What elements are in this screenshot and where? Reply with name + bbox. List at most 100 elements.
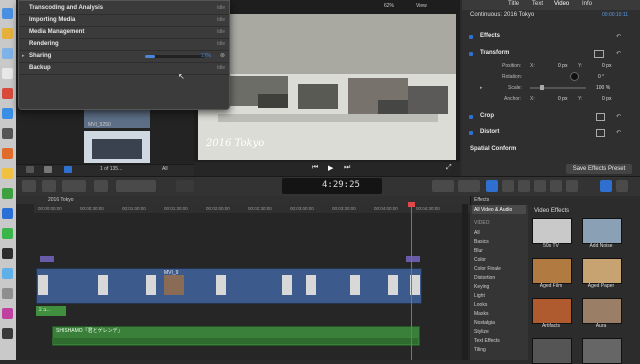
clip-thumbnail[interactable] [216, 275, 226, 295]
anchor-x-field[interactable]: 0 px [558, 96, 567, 102]
titles-icon[interactable] [534, 180, 546, 192]
position-x-field[interactable]: 0 px [558, 63, 567, 69]
effects-browser-icon[interactable] [600, 180, 612, 192]
category-item[interactable]: Color [474, 257, 486, 263]
fullscreen-icon[interactable]: ⤢ [446, 164, 452, 172]
crop-enable-toggle[interactable] [469, 115, 473, 119]
retime-icon[interactable] [432, 180, 454, 192]
app-icon[interactable] [2, 148, 13, 159]
transform-onscreen-icon[interactable] [594, 50, 604, 58]
timeline-scrollbar[interactable] [462, 204, 468, 360]
keyword-icon[interactable] [42, 180, 56, 192]
reset-icon[interactable]: ↶ [616, 113, 621, 120]
rotation-field[interactable]: 0 ° [598, 74, 604, 80]
clip-thumbnail[interactable] [164, 275, 184, 295]
effect-thumbnail[interactable] [582, 338, 622, 364]
cancel-icon[interactable]: ⊗ [220, 52, 225, 59]
effect-enable-toggle[interactable] [469, 35, 473, 39]
app-icon[interactable] [2, 288, 13, 299]
zoom-level[interactable]: 62% [384, 3, 394, 9]
import-icon[interactable] [22, 180, 36, 192]
transform-enable-toggle[interactable] [469, 52, 473, 56]
clip-thumbnail[interactable] [350, 275, 360, 295]
app-icon[interactable] [2, 28, 13, 39]
anchor-y-field[interactable]: 0 px [602, 96, 611, 102]
effect-thumbnail-artifacts[interactable] [532, 298, 572, 324]
category-item[interactable]: Blur [474, 248, 483, 254]
effect-thumbnail-add-noise[interactable] [582, 218, 622, 244]
position-y-field[interactable]: 0 px [602, 63, 611, 69]
rating-buttons[interactable] [62, 180, 86, 192]
clip-thumbnail[interactable] [84, 131, 150, 163]
filter-menu[interactable]: All [162, 166, 168, 172]
photos-icon[interactable] [502, 180, 514, 192]
category-item[interactable]: Text Effects [474, 338, 500, 344]
category-item[interactable]: Color Finale [474, 266, 501, 272]
category-item[interactable]: Looks [474, 302, 487, 308]
category-item[interactable]: Light [474, 293, 485, 299]
reset-icon[interactable]: ↶ [616, 33, 621, 40]
clip-thumbnail[interactable] [98, 275, 108, 295]
app-icon[interactable] [2, 128, 13, 139]
save-effects-preset-button[interactable]: Save Effects Preset [566, 164, 632, 174]
app-icon[interactable] [2, 188, 13, 199]
category-item[interactable]: Stylize [474, 329, 489, 335]
reset-icon[interactable]: ↶ [616, 129, 621, 136]
clip-thumbnail[interactable] [282, 275, 292, 295]
inspector-toggle-icon[interactable] [486, 180, 498, 192]
clip-thumbnail[interactable] [146, 275, 156, 295]
reset-icon[interactable]: ↶ [616, 50, 621, 57]
disclosure-triangle-icon[interactable]: ▸ [480, 85, 483, 91]
app-icon[interactable] [2, 208, 13, 219]
tab-video[interactable]: Video [554, 1, 569, 7]
clip-thumbnail[interactable] [388, 275, 398, 295]
clip-thumbnail[interactable] [38, 275, 48, 295]
tab-text[interactable]: Text [532, 1, 543, 7]
play-icon[interactable]: ▶ [328, 164, 333, 172]
app-icon[interactable] [2, 248, 13, 259]
category-item[interactable]: Masks [474, 311, 488, 317]
gear-icon[interactable] [26, 166, 34, 173]
playhead-handle[interactable] [408, 202, 415, 207]
app-icon[interactable] [2, 328, 13, 339]
effect-thumbnail-aged-paper[interactable] [582, 258, 622, 284]
tab-info[interactable]: Info [582, 1, 592, 7]
app-icon[interactable] [2, 228, 13, 239]
disclosure-triangle-icon[interactable]: ▸ [22, 53, 25, 59]
edit-buttons[interactable] [116, 180, 156, 192]
generators-icon[interactable] [550, 180, 562, 192]
previous-frame-icon[interactable]: ⏮ [312, 164, 318, 172]
tab-title[interactable]: Title [508, 1, 519, 7]
category-item[interactable]: Distortion [474, 275, 495, 281]
effect-thumbnail[interactable] [532, 338, 572, 364]
primary-storyline[interactable] [36, 268, 422, 304]
music-icon[interactable] [518, 180, 530, 192]
category-item[interactable]: All [474, 230, 480, 236]
category-item[interactable]: Tiling [474, 347, 486, 353]
search-icon[interactable] [94, 180, 108, 192]
title-clip[interactable] [40, 256, 54, 262]
enhance-icon[interactable] [458, 180, 480, 192]
app-icon[interactable] [2, 108, 13, 119]
app-icon[interactable] [2, 48, 13, 59]
distort-enable-toggle[interactable] [469, 131, 473, 135]
themes-icon[interactable] [566, 180, 578, 192]
category-item[interactable]: Nostalgia [474, 320, 495, 326]
finder-icon[interactable] [2, 8, 13, 19]
category-all-video-audio[interactable]: All Video & Audio [474, 207, 512, 213]
effect-thumbnail-aged-film[interactable] [532, 258, 572, 284]
title-clip[interactable] [406, 256, 420, 262]
rotation-dial[interactable] [570, 72, 579, 81]
select-tool-icon[interactable] [176, 180, 194, 192]
scale-slider-knob[interactable] [540, 85, 544, 90]
category-item[interactable]: Keying [474, 284, 489, 290]
filmstrip-view-icon[interactable] [64, 166, 72, 173]
distort-onscreen-icon[interactable] [596, 129, 605, 137]
list-view-icon[interactable] [44, 166, 52, 173]
crop-onscreen-icon[interactable] [596, 113, 605, 121]
app-icon[interactable] [2, 308, 13, 319]
app-icon[interactable] [2, 68, 13, 79]
scale-slider[interactable] [530, 87, 586, 89]
app-icon[interactable] [2, 168, 13, 179]
category-item[interactable]: Basics [474, 239, 489, 245]
